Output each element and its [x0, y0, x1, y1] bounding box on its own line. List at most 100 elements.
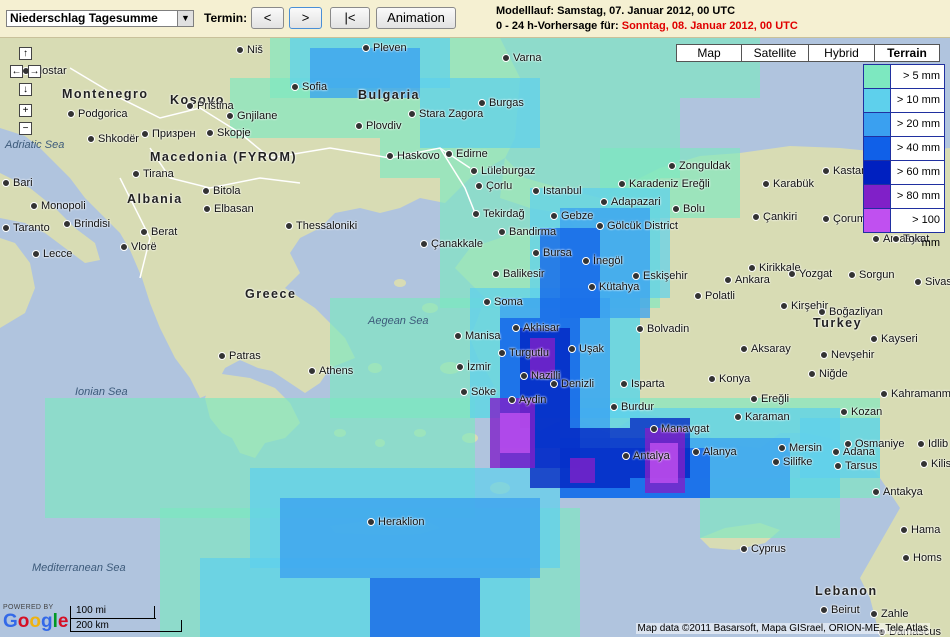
- city-label: Plovdiv: [355, 120, 401, 132]
- zoom-out-button[interactable]: −: [19, 122, 32, 135]
- city-label: Sorgun: [848, 269, 894, 281]
- city-label: Berat: [140, 226, 177, 238]
- city-label: Manavgat: [650, 423, 709, 435]
- city-label: Burdur: [610, 401, 654, 413]
- country-label: Albania: [127, 192, 183, 206]
- scale-km-label: 200 km: [76, 620, 109, 631]
- city-label: Aydin: [508, 394, 546, 406]
- country-label: Montenegro: [62, 87, 149, 101]
- city-label: Kahramanma: [880, 388, 950, 400]
- country-label: Turkey: [813, 316, 863, 330]
- model-run-info: Modelllauf: Samstag, 07. Januar 2012, 00…: [496, 4, 798, 34]
- city-label: Edirne: [445, 148, 488, 160]
- city-label: Tarsus: [834, 460, 877, 472]
- first-step-button[interactable]: |<: [330, 7, 370, 29]
- previous-step-button[interactable]: <: [251, 7, 284, 29]
- map-type-map[interactable]: Map: [676, 44, 742, 62]
- city-label: Hama: [900, 524, 940, 536]
- city-label: Idlib: [917, 438, 948, 450]
- city-label: Akhisar: [512, 322, 560, 334]
- city-label: Çorlu: [475, 180, 512, 192]
- map-attribution: Map data ©2011 Basarsoft, Mapa GISrael, …: [635, 623, 930, 634]
- pan-left-button[interactable]: ←: [10, 65, 23, 78]
- precipitation-map[interactable]: Montenegro Kosovo Bulgaria Macedonia (FY…: [0, 38, 950, 637]
- city-label: Pleven: [362, 42, 407, 54]
- city-label: Tirana: [132, 168, 174, 180]
- legend-label: > 5 mm: [903, 70, 940, 82]
- legend-row: > 60 mm: [864, 161, 944, 185]
- legend-row: > 40 mm: [864, 137, 944, 161]
- legend-swatch: [864, 161, 891, 184]
- pan-up-button[interactable]: ↑: [19, 47, 32, 60]
- city-label: Thessaloniki: [285, 220, 357, 232]
- city-label: Varna: [502, 52, 542, 64]
- city-label: Kayseri: [870, 333, 918, 345]
- city-label: Heraklion: [367, 516, 424, 528]
- forecast-date: Sonntag, 08. Januar 2012, 00 UTC: [621, 20, 798, 32]
- city-label: Bitola: [202, 185, 241, 197]
- zoom-in-button[interactable]: +: [19, 104, 32, 117]
- legend-label: > 80 mm: [896, 190, 940, 202]
- city-label: Karadeniz Ereğli: [618, 178, 710, 190]
- city-label: Homs: [902, 552, 942, 564]
- country-label: Greece: [245, 287, 297, 301]
- city-label: Çorum: [822, 213, 866, 225]
- city-label: Zahle: [870, 608, 909, 620]
- city-label: Призрен: [141, 128, 196, 140]
- legend-row: > 5 mm: [864, 65, 944, 89]
- city-label: Skopje: [206, 127, 251, 139]
- next-step-button[interactable]: >: [289, 7, 322, 29]
- country-label: Macedonia (FYROM): [150, 150, 298, 164]
- city-label: Bolu: [672, 203, 705, 215]
- pan-right-button[interactable]: →: [28, 65, 41, 78]
- city-label: Nevşehir: [820, 349, 874, 361]
- city-label: Antakya: [872, 486, 923, 498]
- city-label: Gölcük District: [596, 220, 678, 232]
- city-label: Karaman: [734, 411, 790, 423]
- legend-swatch: [864, 137, 891, 160]
- city-label: Shkodër: [87, 133, 139, 145]
- city-label: Soma: [483, 296, 523, 308]
- legend-swatch: [864, 185, 891, 208]
- city-label: Turgutlu: [498, 347, 549, 359]
- chevron-down-icon[interactable]: ▼: [177, 11, 193, 26]
- parameter-select-value: Niederschlag Tagesumme: [10, 11, 158, 25]
- city-label: Söke: [460, 386, 496, 398]
- forecast-prefix: 0 - 24 h-Vorhersage für:: [496, 20, 619, 32]
- parameter-select[interactable]: Niederschlag Tagesumme ▼: [6, 10, 194, 27]
- city-label: Bari: [2, 177, 33, 189]
- city-label: Konya: [708, 373, 750, 385]
- scale-mi-label: 100 mi: [76, 605, 107, 616]
- map-type-hybrid[interactable]: Hybrid: [808, 44, 875, 62]
- city-label: Taranto: [2, 222, 50, 234]
- city-label: Cyprus: [740, 543, 786, 555]
- city-label: Antalya: [622, 450, 670, 462]
- sea-label: Ionian Sea: [75, 386, 128, 398]
- city-label: Zonguldak: [668, 160, 730, 172]
- map-type-terrain[interactable]: Terrain: [874, 44, 940, 62]
- city-label: Silifke: [772, 456, 812, 468]
- legend-row: > 20 mm: [864, 113, 944, 137]
- city-label: Uşak: [568, 343, 604, 355]
- city-label: Sofia: [291, 81, 327, 93]
- city-label: Adapazari: [600, 196, 661, 208]
- animation-button[interactable]: Animation: [376, 7, 456, 29]
- map-type-satellite[interactable]: Satellite: [741, 44, 809, 62]
- city-label: Bandirma: [498, 226, 556, 238]
- city-label: Tekirdağ: [472, 208, 525, 220]
- city-label: Monopoli: [30, 200, 86, 212]
- city-label: Brindisi: [63, 218, 110, 230]
- pan-down-button[interactable]: ↓: [19, 83, 32, 96]
- city-label: Isparta: [620, 378, 665, 390]
- city-label: Ankara: [724, 274, 770, 286]
- city-label: Boğazliyan: [818, 306, 883, 318]
- legend-swatch: [864, 113, 891, 136]
- city-label: Bursa: [532, 247, 572, 259]
- city-label: Vlorë: [120, 241, 157, 253]
- termin-label: Termin:: [204, 11, 248, 25]
- google-logo[interactable]: POWERED BY Google: [3, 604, 68, 634]
- city-label: Gebze: [550, 210, 593, 222]
- city-label: Gnjilane: [226, 110, 277, 122]
- city-label: Ereğli: [750, 393, 789, 405]
- city-label: Elbasan: [203, 203, 254, 215]
